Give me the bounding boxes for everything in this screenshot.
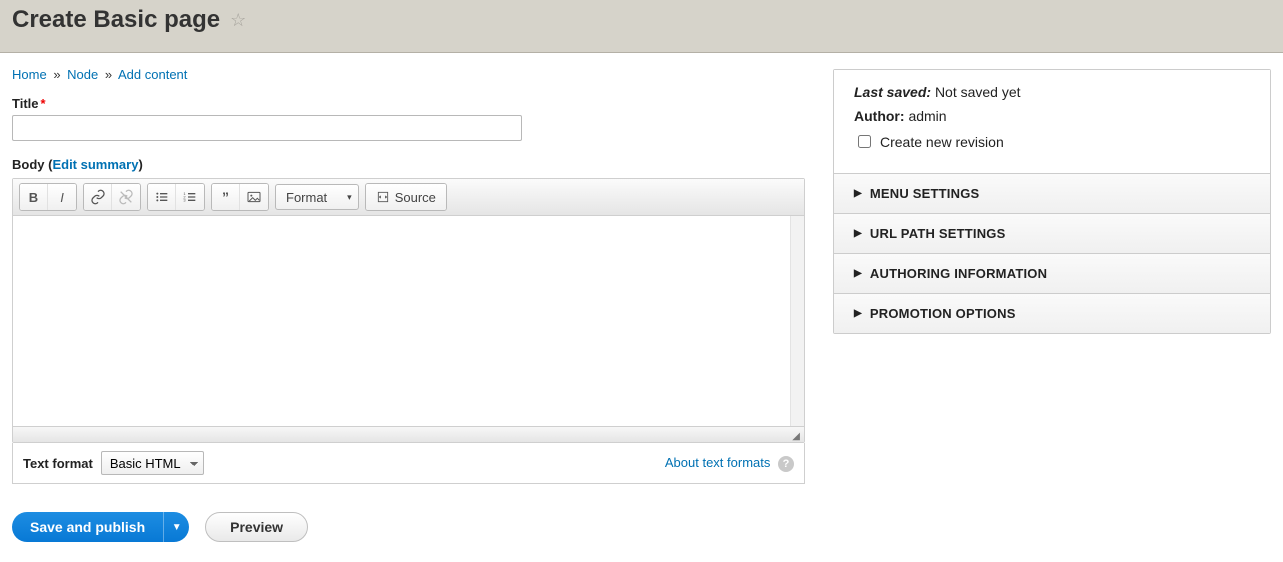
sidebar-settings: Last saved: Not saved yet Author: admin …	[833, 69, 1271, 334]
bulleted-list-button[interactable]	[148, 184, 176, 210]
preview-button[interactable]: Preview	[205, 512, 308, 542]
section-label: PROMOTION OPTIONS	[870, 306, 1016, 321]
unlink-button[interactable]	[112, 184, 140, 210]
bulleted-list-icon	[154, 189, 170, 205]
author-value: admin	[908, 108, 946, 124]
source-icon	[376, 190, 390, 204]
chevron-down-icon: ▾	[347, 192, 352, 203]
italic-button[interactable]: I	[48, 184, 76, 210]
last-saved-label: Last saved:	[854, 84, 931, 100]
chevron-down-icon: ▼	[172, 522, 182, 533]
triangle-right-icon: ▶	[854, 268, 862, 279]
status-block: Last saved: Not saved yet Author: admin …	[834, 70, 1270, 174]
save-publish-split-button: Save and publish ▼	[12, 512, 189, 542]
title-label: Title*	[12, 96, 805, 111]
body-textarea[interactable]	[13, 216, 790, 426]
svg-text:3: 3	[183, 198, 186, 203]
triangle-right-icon: ▶	[854, 228, 862, 239]
body-label-suffix: )	[138, 157, 142, 172]
breadcrumb-home[interactable]: Home	[12, 67, 47, 82]
source-button-label: Source	[395, 190, 436, 205]
text-format-select[interactable]: Basic HTML	[101, 451, 204, 475]
editor-body-area	[13, 216, 804, 426]
editor-scrollbar[interactable]	[790, 216, 804, 426]
numbered-list-button[interactable]: 123	[176, 184, 204, 210]
format-dropdown[interactable]: Format ▾	[275, 184, 359, 210]
numbered-list-icon: 123	[182, 189, 198, 205]
editor-resize-handle[interactable]	[13, 426, 804, 442]
help-icon[interactable]: ?	[778, 456, 794, 472]
section-authoring-information[interactable]: ▶ AUTHORING INFORMATION	[834, 254, 1270, 294]
image-icon	[246, 189, 262, 205]
link-icon	[90, 189, 106, 205]
editor-toolbar: B I 123	[13, 179, 804, 216]
body-label: Body (Edit summary)	[12, 157, 805, 172]
title-input[interactable]	[12, 115, 522, 141]
save-publish-button[interactable]: Save and publish	[12, 512, 163, 542]
last-saved-value: Not saved yet	[935, 84, 1021, 100]
body-editor: B I 123	[12, 178, 805, 443]
section-label: URL PATH SETTINGS	[870, 226, 1006, 241]
text-format-label: Text format	[23, 456, 93, 471]
about-text-formats-link[interactable]: About text formats	[665, 455, 771, 470]
source-button[interactable]: Source	[366, 184, 446, 210]
section-url-path-settings[interactable]: ▶ URL PATH SETTINGS	[834, 214, 1270, 254]
breadcrumb: Home » Node » Add content	[12, 67, 805, 82]
required-marker: *	[41, 96, 46, 111]
star-icon[interactable]: ☆	[230, 10, 246, 31]
section-menu-settings[interactable]: ▶ MENU SETTINGS	[834, 174, 1270, 214]
create-revision-checkbox[interactable]	[858, 135, 871, 148]
text-format-bar: Text format Basic HTML About text format…	[12, 443, 805, 484]
triangle-right-icon: ▶	[854, 188, 862, 199]
save-publish-dropdown[interactable]: ▼	[163, 512, 189, 542]
image-button[interactable]	[240, 184, 268, 210]
bold-button[interactable]: B	[20, 184, 48, 210]
link-button[interactable]	[84, 184, 112, 210]
title-label-text: Title	[12, 96, 39, 111]
blockquote-button[interactable]: ”	[212, 184, 240, 210]
create-revision-label: Create new revision	[880, 134, 1004, 150]
breadcrumb-node[interactable]: Node	[67, 67, 98, 82]
unlink-icon	[118, 189, 134, 205]
section-promotion-options[interactable]: ▶ PROMOTION OPTIONS	[834, 294, 1270, 333]
author-label: Author:	[854, 108, 905, 124]
triangle-right-icon: ▶	[854, 308, 862, 319]
section-label: MENU SETTINGS	[870, 186, 980, 201]
breadcrumb-add-content[interactable]: Add content	[118, 67, 187, 82]
body-label-prefix: Body (	[12, 157, 52, 172]
breadcrumb-sep: »	[105, 67, 112, 82]
section-label: AUTHORING INFORMATION	[870, 266, 1047, 281]
edit-summary-link[interactable]: Edit summary	[52, 157, 138, 172]
page-title: Create Basic page	[12, 6, 220, 34]
format-dropdown-label: Format	[286, 190, 327, 205]
breadcrumb-sep: »	[53, 67, 60, 82]
